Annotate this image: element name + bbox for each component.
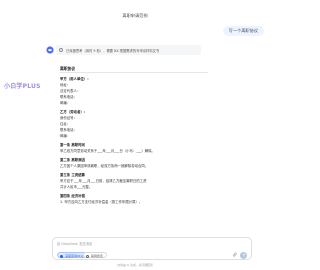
party-b-field: 住址： bbox=[60, 122, 71, 126]
globe-icon bbox=[86, 254, 89, 258]
arrow-up-icon bbox=[242, 253, 245, 257]
party-b-label: 乙方（劳动者）： bbox=[60, 110, 88, 114]
watermark-text: 小白学PLUS bbox=[4, 83, 41, 90]
party-b-field: 邮编： bbox=[60, 134, 71, 138]
deep-think-icon bbox=[60, 254, 63, 258]
thinking-icon bbox=[59, 48, 63, 52]
ai-response-header: 已深度思考（用时 9 秒），需要 BX 根据需求的写申请材料文书 bbox=[46, 45, 256, 55]
web-search-label: 联网搜索 bbox=[91, 254, 104, 258]
section-text: 乙方因个人原因申请离职，经双方协商一致解除劳动合同。 bbox=[60, 164, 149, 168]
party-b-field: 身份证号： bbox=[60, 116, 77, 120]
paperclip-icon[interactable] bbox=[232, 252, 237, 258]
section-text: 甲方应于___年___月___日前，结清乙方截至离职日的工资 bbox=[60, 179, 147, 183]
section-title: 第四条 经济补偿 bbox=[60, 194, 85, 198]
party-a-field: 法定代表人： bbox=[60, 89, 81, 93]
disclaimer-text: 内容由 AI 生成，请仔细甄别 bbox=[117, 263, 153, 267]
deepseek-logo-icon bbox=[46, 46, 54, 54]
send-button[interactable] bbox=[240, 251, 247, 259]
section-title: 第一条 离职时间 bbox=[60, 143, 85, 147]
thinking-status-text: 已深度思考（用时 9 秒），需要 BX 根据需求的写申请材料文书 bbox=[66, 48, 160, 53]
party-a-field: 联系电话： bbox=[60, 95, 77, 99]
party-a-field: 地址： bbox=[60, 83, 71, 87]
thinking-toggle[interactable]: 已深度思考（用时 9 秒），需要 BX 根据需求的写申请材料文书 bbox=[56, 45, 201, 55]
party-b-field: 联系电话： bbox=[60, 128, 77, 132]
chat-title: 离职申请范例 bbox=[122, 13, 148, 18]
section-text: 1. 甲方应向乙方支付经济补偿金（按工作年限计算）。 bbox=[60, 200, 143, 204]
party-a-label: 甲方（用人单位）： bbox=[60, 77, 91, 81]
section-title: 第二条 离职原因 bbox=[60, 158, 85, 162]
web-search-toggle[interactable]: 联网搜索 bbox=[83, 252, 108, 258]
section-text: 共计人民币___元整。 bbox=[60, 185, 93, 189]
section-text: 甲乙双方同意劳动关系于___年___月___日（小写：___）解除。 bbox=[60, 149, 155, 153]
message-input[interactable]: 给 DeepSeek 发送消息 bbox=[57, 241, 92, 246]
section-title: 第三条 工资结算 bbox=[60, 173, 85, 177]
user-message-bubble: 写一个离职协议 bbox=[222, 26, 264, 36]
deep-think-label: 深度思考(R1) bbox=[65, 254, 84, 258]
chat-input-box[interactable]: 给 DeepSeek 发送消息 深度思考(R1) 联网搜索 bbox=[52, 237, 252, 260]
party-a-field: 邮编： bbox=[60, 101, 71, 105]
chat-header: 离职申请范例 写一个离职协议 bbox=[0, 0, 270, 38]
